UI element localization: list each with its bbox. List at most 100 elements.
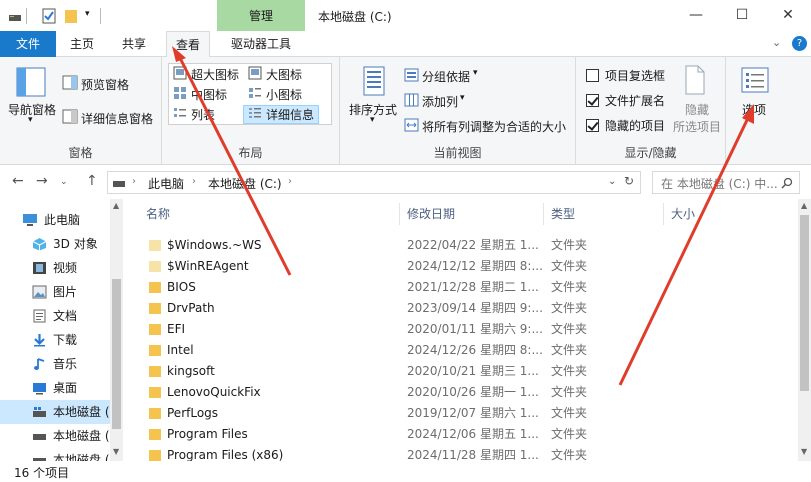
layout-details[interactable]: 详细信息 [266,106,314,123]
column-header-name[interactable]: 名称 [146,199,170,229]
nav-item-pictures[interactable]: 图片 [0,280,110,304]
item-checkboxes-toggle[interactable]: 项目复选框 [586,67,665,84]
up-icon[interactable]: ↑ [86,173,98,189]
layout-small-icons[interactable]: 小图标 [266,86,302,103]
recent-locations-icon[interactable]: ⌄ [60,177,68,187]
file-list-scrollbar[interactable]: ▲ ▼ [798,199,811,461]
breadcrumb-local-disk[interactable]: 本地磁盘 (C:) [208,175,282,192]
search-input[interactable]: 在 本地磁盘 (C:) 中... [661,175,778,192]
options-button[interactable]: 选项 [742,101,766,118]
layout-extra-large-icons[interactable]: 超大图标 [191,66,239,83]
table-row[interactable]: PerfLogs 2019/12/07 星期六 1... 文件夹 [123,403,793,424]
tab-file[interactable]: 文件 [0,31,56,57]
table-row[interactable]: kingsoft 2020/10/21 星期三 1... 文件夹 [123,361,793,382]
nav-item-3d-objects[interactable]: 3D 对象 [0,232,110,256]
scroll-down-icon[interactable]: ▼ [113,447,119,456]
column-header-modified[interactable]: 修改日期 [407,199,455,229]
tab-view[interactable]: 查看 [166,31,210,58]
table-row[interactable]: Program Files 2024/12/06 星期五 1... 文件夹 [123,424,793,445]
breadcrumb-separator: › [288,176,292,187]
current-view-group-label: 当前视图 [433,146,482,160]
scroll-down-icon[interactable]: ▼ [801,447,807,456]
table-row[interactable]: $WinREAgent 2024/12/12 星期四 8:... 文件夹 [123,256,793,277]
search-icon[interactable] [781,177,793,189]
column-header-type[interactable]: 类型 [551,199,575,229]
minimize-button[interactable]: — [673,0,719,31]
back-icon[interactable]: ← [12,173,24,189]
column-separator[interactable] [543,203,544,225]
file-modified-date: 2020/10/26 星期一 1... [407,385,539,399]
tab-drive-tools[interactable]: 驱动器工具 [218,31,304,57]
column-separator[interactable] [399,203,400,225]
item-count: 16 个项目 [14,466,70,480]
scroll-up-icon[interactable]: ▲ [801,201,807,210]
details-pane-button[interactable]: 详细信息窗格 [81,110,153,127]
file-type: 文件夹 [551,238,588,252]
table-row[interactable]: DrvPath 2023/09/14 星期四 9:... 文件夹 [123,298,793,319]
column-separator[interactable] [663,203,664,225]
manage-context-tab[interactable]: 管理 [217,0,305,31]
folder-icon [149,282,161,293]
nav-item-label: 音乐 [53,357,78,371]
scrollbar-thumb[interactable] [112,279,121,429]
nav-item-documents[interactable]: 文档 [0,304,110,328]
hide-selected-label-line1[interactable]: 隐藏 [685,101,709,118]
group-by-icon [404,68,419,82]
table-row[interactable]: BIOS 2021/12/28 星期二 1... 文件夹 [123,277,793,298]
search-box[interactable]: 在 本地磁盘 (C:) 中... [652,171,800,194]
properties-icon[interactable] [42,7,56,25]
scroll-up-icon[interactable]: ▲ [113,201,119,210]
nav-item-local-disk-2[interactable]: 本地磁盘 ( [0,424,110,448]
chevron-down-icon: ▾ [28,115,33,125]
column-header-size[interactable]: 大小 [671,199,695,229]
nav-item-local-disk-c[interactable]: 本地磁盘 ( [0,400,110,424]
tab-share[interactable]: 共享 [110,31,158,57]
table-row[interactable]: LenovoQuickFix 2020/10/26 星期一 1... 文件夹 [123,382,793,403]
hide-selected-label-line2[interactable]: 所选项目 [673,118,721,135]
help-icon[interactable]: ? [792,36,807,51]
nav-item-label: 本地磁盘 ( [53,429,110,443]
status-bar: 16 个项目 [0,461,811,482]
size-all-columns-button[interactable]: 将所有列调整为合适的大小 [422,118,566,135]
table-row[interactable]: $Windows.~WS 2022/04/22 星期五 1... 文件夹 [123,235,793,256]
file-name: PerfLogs [167,406,219,420]
navigation-pane-icon[interactable] [16,67,46,97]
new-folder-icon[interactable] [64,7,78,25]
picture-icon [32,285,47,299]
breadcrumb-this-pc[interactable]: 此电脑 [148,175,184,192]
nav-item-downloads[interactable]: 下载 [0,328,110,352]
layout-large-icons[interactable]: 大图标 [266,66,302,83]
maximize-button[interactable]: ☐ [719,0,765,31]
file-extensions-checkbox[interactable] [586,94,599,107]
table-row[interactable]: EFI 2020/01/11 星期六 9:... 文件夹 [123,319,793,340]
nav-item-videos[interactable]: 视频 [0,256,110,280]
collapse-ribbon-icon[interactable]: ⌄ [772,36,781,49]
layout-list[interactable]: 列表 [191,106,215,123]
file-modified-date: 2024/12/26 星期四 8:... [407,343,543,357]
preview-pane-button[interactable]: 预览窗格 [81,76,129,93]
item-checkboxes-checkbox[interactable] [586,69,599,82]
refresh-icon[interactable]: ↻ [624,174,634,188]
file-extensions-toggle[interactable]: 文件扩展名 [586,92,665,109]
nav-item-desktop[interactable]: 桌面 [0,376,110,400]
group-by-button[interactable]: 分组依据 [422,68,470,85]
file-type: 文件夹 [551,406,588,420]
hidden-items-checkbox[interactable] [586,119,599,132]
tab-home[interactable]: 主页 [58,31,106,57]
layout-medium-icons[interactable]: 中图标 [191,86,227,103]
nav-item-this-pc[interactable]: 此电脑 [0,208,110,232]
nav-item-music[interactable]: 音乐 [0,352,110,376]
chevron-down-icon: ▾ [460,93,465,103]
drive-icon[interactable] [8,7,22,25]
hidden-items-toggle[interactable]: 隐藏的项目 [586,117,665,134]
folder-icon [149,345,161,356]
table-row[interactable]: Intel 2024/12/26 星期四 8:... 文件夹 [123,340,793,361]
scrollbar-thumb[interactable] [800,215,809,391]
navigation-pane-scrollbar[interactable]: ▲ ▼ [110,199,123,461]
customize-quick-access-icon[interactable]: ▾ [85,9,90,27]
add-columns-button[interactable]: 添加列 [422,93,458,110]
forward-icon[interactable]: → [36,173,48,189]
address-bar[interactable]: › 此电脑 › 本地磁盘 (C:) › ⌄ ↻ [107,171,641,194]
address-history-icon[interactable]: ⌄ [608,176,616,187]
close-button[interactable]: ✕ [765,0,811,31]
